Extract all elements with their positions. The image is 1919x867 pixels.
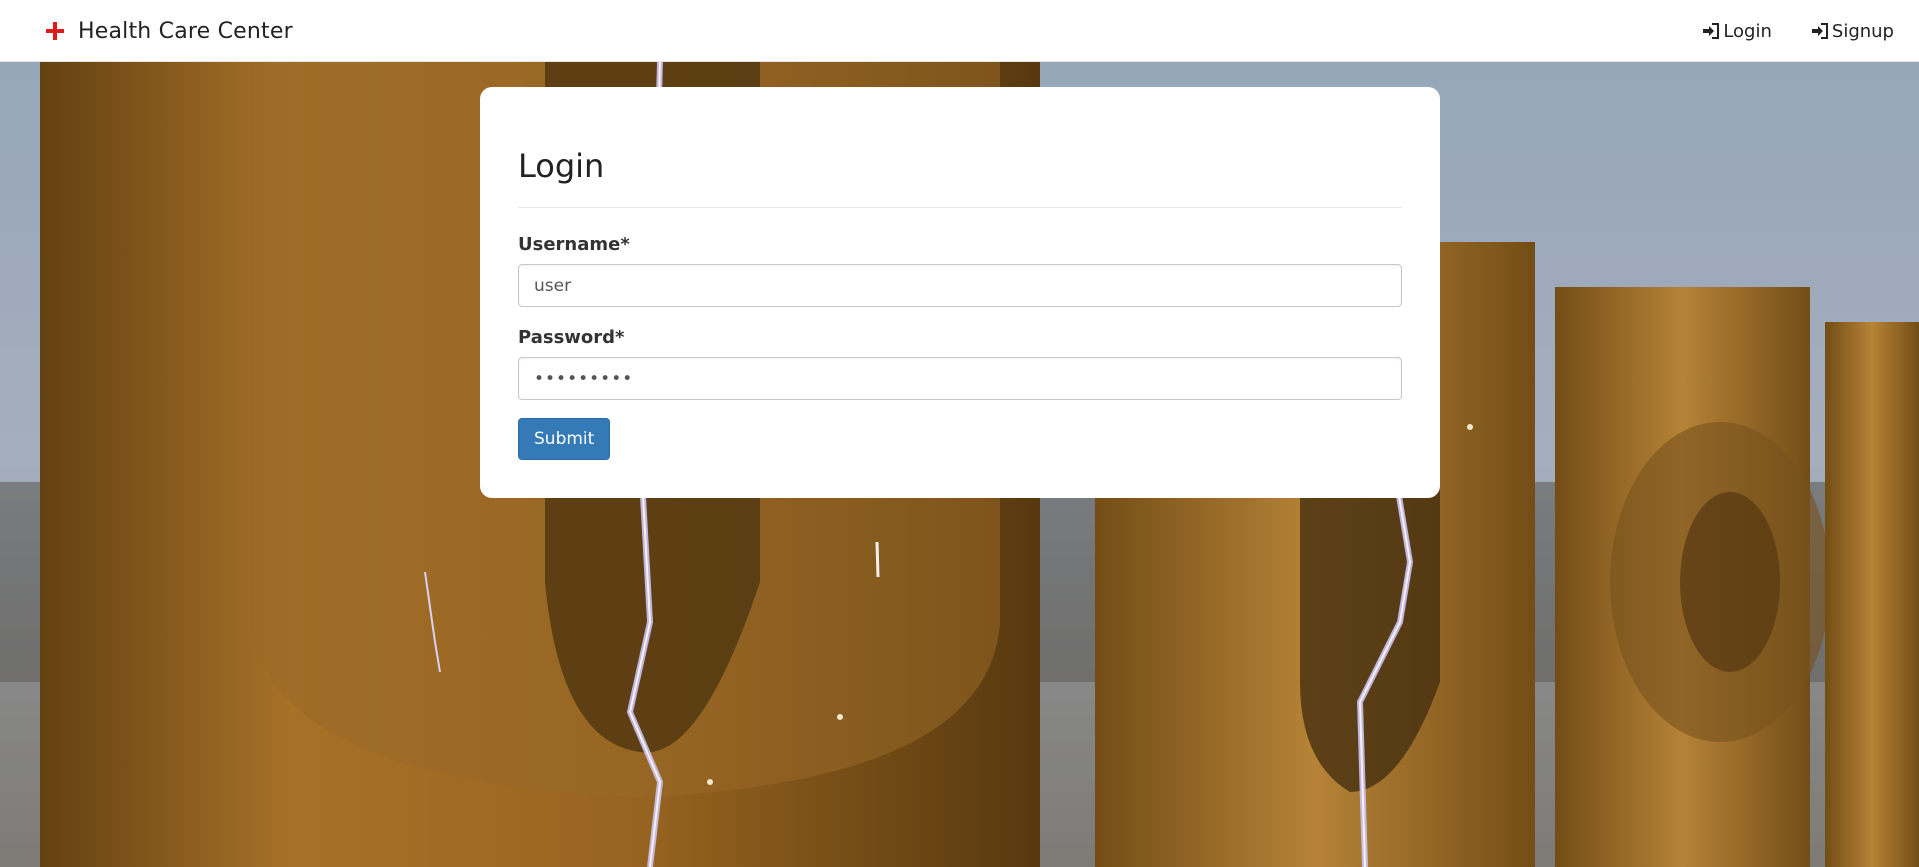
sign-in-icon bbox=[1811, 23, 1828, 39]
login-title: Login bbox=[518, 147, 605, 185]
nav-signup-label: Signup bbox=[1831, 20, 1894, 42]
nav-login-link[interactable]: Login bbox=[1701, 21, 1772, 42]
nav-login-label: Login bbox=[1723, 20, 1772, 42]
top-navbar: Health Care Center Login Signup bbox=[0, 0, 1919, 62]
red-cross-icon bbox=[46, 22, 64, 40]
login-card: Login Username* Password* Submit bbox=[480, 87, 1440, 498]
brand-name: Health Care Center bbox=[78, 18, 293, 44]
username-input[interactable] bbox=[518, 264, 1402, 307]
password-input[interactable] bbox=[518, 357, 1402, 400]
title-divider bbox=[518, 207, 1402, 208]
password-label: Password* bbox=[518, 327, 625, 348]
brand[interactable]: Health Care Center bbox=[44, 0, 293, 62]
nav-signup-link[interactable]: Signup bbox=[1810, 21, 1894, 42]
username-label: Username* bbox=[518, 234, 630, 255]
sign-in-icon bbox=[1703, 23, 1720, 39]
submit-button[interactable]: Submit bbox=[518, 418, 611, 460]
nav-links: Login Signup bbox=[1663, 0, 1894, 62]
